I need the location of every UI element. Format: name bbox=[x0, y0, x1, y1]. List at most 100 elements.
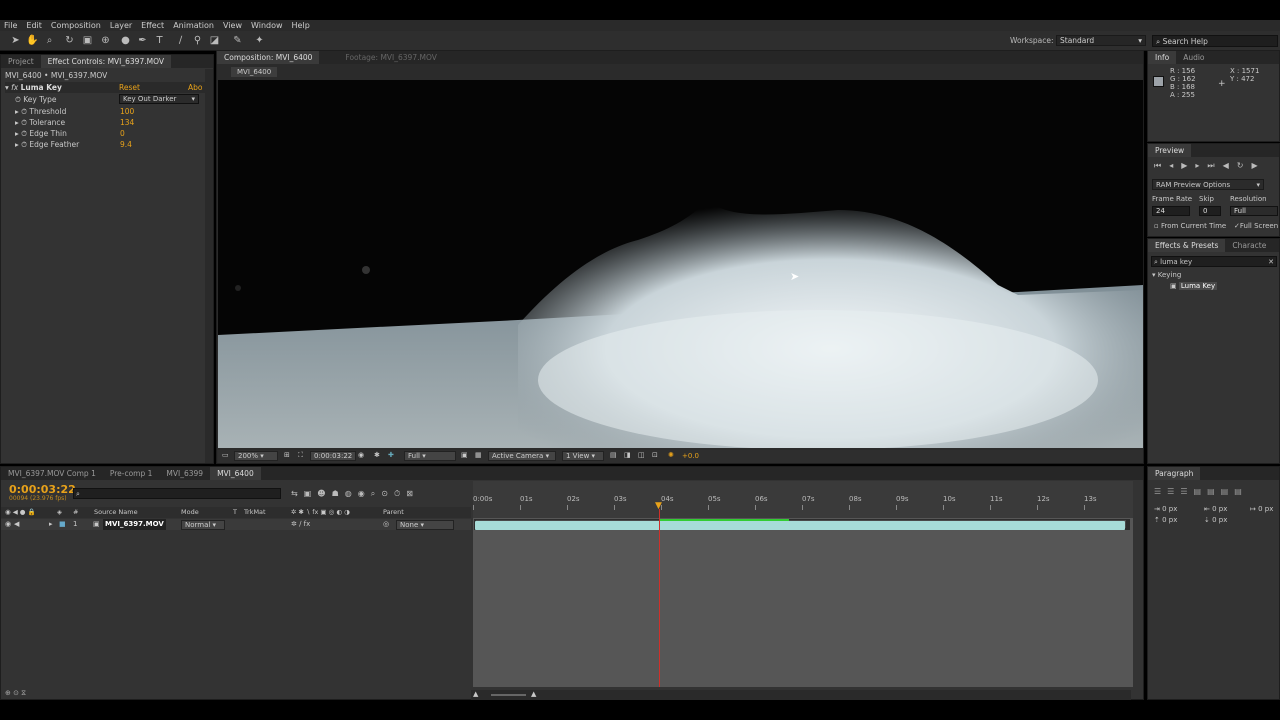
draft-3d-icon[interactable]: ▣ bbox=[304, 489, 318, 498]
always-preview-icon[interactable]: ▭ bbox=[222, 451, 229, 459]
effect-header-luma-key[interactable]: ▾ fx Luma Key Reset Abo bbox=[5, 82, 210, 93]
from-current-time-checkbox[interactable]: ▫ From Current Time bbox=[1154, 221, 1226, 232]
space-after[interactable]: ⇣ 0 px bbox=[1204, 515, 1227, 526]
effects-search-field[interactable]: ⌕ luma key ✕ bbox=[1151, 256, 1277, 267]
clone-stamp-tool-icon[interactable]: ⚲ bbox=[192, 35, 203, 46]
fast-previews-icon[interactable]: ◨ bbox=[624, 451, 631, 459]
timeline-icon[interactable]: ◫ bbox=[638, 451, 645, 459]
indent-left[interactable]: ⇥ 0 px bbox=[1154, 504, 1177, 515]
menu-composition[interactable]: Composition bbox=[51, 21, 101, 30]
transparency-grid-icon[interactable]: ▦ bbox=[475, 451, 482, 459]
eraser-tool-icon[interactable]: ◪ bbox=[209, 35, 220, 46]
stopwatch-icon[interactable]: ⏱ bbox=[21, 118, 27, 127]
timeline-footer-icons[interactable]: ⊕ ⊙ ⧖ bbox=[5, 689, 26, 698]
col-source-name[interactable]: Source Name bbox=[94, 507, 138, 518]
disclosure-triangle-icon[interactable]: ▸ bbox=[15, 107, 19, 116]
pick-whip-icon[interactable]: ◎ bbox=[383, 519, 389, 530]
frame-rate-field[interactable]: 24 bbox=[1152, 206, 1190, 216]
layer-name[interactable]: MVI_6397.MOV bbox=[103, 519, 166, 530]
next-frame-icon[interactable]: ▸ bbox=[1195, 161, 1207, 170]
edge-feather-value[interactable]: 9.4 bbox=[120, 139, 132, 150]
toggle-pixel-aspect-icon[interactable]: ▤ bbox=[610, 451, 617, 459]
snapshot-icon[interactable]: ◉ bbox=[358, 451, 364, 459]
current-time-field[interactable]: 0:00:03:22 bbox=[310, 451, 357, 461]
menu-animation[interactable]: Animation bbox=[173, 21, 214, 30]
disclosure-triangle-icon[interactable]: ▸ bbox=[15, 140, 19, 149]
flow-icon[interactable]: ⊠ bbox=[406, 489, 419, 498]
roto-brush-tool-icon[interactable]: ✎ bbox=[232, 35, 243, 46]
frame-blending-icon[interactable]: ☗ bbox=[332, 489, 345, 498]
mask-tool-icon[interactable]: ● bbox=[120, 35, 131, 46]
timeline-track-area[interactable]: ▼ bbox=[473, 481, 1133, 687]
disclosure-triangle-icon[interactable]: ▸ bbox=[15, 129, 19, 138]
menu-view[interactable]: View bbox=[223, 21, 242, 30]
brainstorm-icon[interactable]: ◉ bbox=[358, 489, 371, 498]
menu-edit[interactable]: Edit bbox=[26, 21, 42, 30]
flowchart-icon[interactable]: ⊡ bbox=[652, 451, 658, 459]
region-of-interest-icon[interactable]: ▣ bbox=[461, 451, 468, 459]
shy-icon[interactable]: ☻ bbox=[317, 489, 331, 498]
tab-timeline-precomp1[interactable]: Pre-comp 1 bbox=[103, 467, 160, 480]
show-channel-icon[interactable]: ✚ bbox=[388, 451, 394, 459]
motion-blur-icon[interactable]: ◍ bbox=[345, 489, 358, 498]
effect-controls-scrollbar[interactable] bbox=[205, 69, 213, 463]
align-left-icon[interactable]: ☰ bbox=[1154, 487, 1167, 496]
tab-composition[interactable]: Composition: MVI_6400 bbox=[217, 51, 320, 64]
label-color-icon[interactable]: ■ bbox=[59, 519, 66, 530]
align-right-icon[interactable]: ☰ bbox=[1180, 487, 1193, 496]
threshold-value[interactable]: 100 bbox=[120, 106, 134, 117]
type-tool-icon[interactable]: T bbox=[154, 35, 165, 46]
blend-mode-select[interactable]: Normal ▾ bbox=[181, 520, 225, 530]
view-layout-select[interactable]: 1 View ▾ bbox=[562, 451, 604, 461]
tab-character[interactable]: Characte bbox=[1225, 239, 1273, 252]
zoom-slider[interactable] bbox=[491, 694, 526, 696]
tab-info[interactable]: Info bbox=[1148, 51, 1177, 64]
skip-field[interactable]: 0 bbox=[1199, 206, 1221, 216]
mute-audio-icon[interactable]: ◀ bbox=[1223, 161, 1237, 170]
graph-editor-icon[interactable]: ⊙ bbox=[381, 489, 394, 498]
reset-link[interactable]: Reset bbox=[119, 82, 140, 93]
exposure-icon[interactable]: ✺ bbox=[668, 451, 674, 459]
selection-tool-icon[interactable]: ➤ bbox=[10, 35, 21, 46]
exposure-value[interactable]: +0.0 bbox=[682, 452, 699, 460]
stopwatch-icon[interactable]: ⏱ bbox=[21, 129, 27, 138]
comp-mini-flowchart-icon[interactable]: ⇆ bbox=[291, 489, 304, 498]
mask-visibility-icon[interactable]: ⛶ bbox=[298, 451, 303, 460]
menu-file[interactable]: File bbox=[4, 21, 17, 30]
clock-icon[interactable]: ⏱ bbox=[394, 489, 406, 498]
auto-keyframe-icon[interactable]: ⌕ bbox=[371, 489, 381, 498]
zoom-out-icon[interactable]: ▲ bbox=[473, 690, 478, 698]
justify-center-icon[interactable]: ▤ bbox=[1207, 487, 1221, 496]
zoom-in-icon[interactable]: ▲ bbox=[531, 690, 536, 698]
show-snapshot-icon[interactable]: ✱ bbox=[374, 451, 380, 459]
workspace-select[interactable]: Standard ▾ bbox=[1056, 35, 1146, 46]
menu-effect[interactable]: Effect bbox=[141, 21, 164, 30]
brush-tool-icon[interactable]: ∕ bbox=[175, 35, 186, 46]
layer-switch-icons[interactable]: ✲ ∕ fx bbox=[291, 519, 310, 530]
justify-left-icon[interactable]: ▤ bbox=[1194, 487, 1208, 496]
layer-row[interactable]: ◉ ◀ ▸ ■ 1 ▣ MVI_6397.MOV Normal ▾ ✲ ∕ fx… bbox=[1, 519, 471, 530]
key-type-select[interactable]: Key Out Darker ▾ bbox=[119, 94, 199, 104]
indent-first[interactable]: ↦ 0 px bbox=[1250, 504, 1273, 515]
menu-window[interactable]: Window bbox=[251, 21, 283, 30]
space-before[interactable]: ⇡ 0 px bbox=[1154, 515, 1177, 526]
edge-thin-value[interactable]: 0 bbox=[120, 128, 125, 139]
justify-right-icon[interactable]: ▤ bbox=[1221, 487, 1235, 496]
preview-resolution-field[interactable]: Full bbox=[1230, 206, 1278, 216]
tab-effect-controls[interactable]: Effect Controls: MVI_6397.MOV bbox=[40, 55, 171, 68]
layer-duration-bar[interactable] bbox=[475, 521, 1125, 530]
playhead-line[interactable] bbox=[659, 509, 660, 687]
ram-preview-icon[interactable]: ▶ bbox=[1251, 161, 1265, 170]
search-help-field[interactable]: ⌕ Search Help bbox=[1152, 35, 1278, 47]
resolution-select[interactable]: Full ▾ bbox=[404, 451, 456, 461]
parent-select[interactable]: None ▾ bbox=[396, 520, 454, 530]
rotate-tool-icon[interactable]: ↻ bbox=[64, 35, 75, 46]
tolerance-value[interactable]: 134 bbox=[120, 117, 134, 128]
stopwatch-icon[interactable]: ⏱ bbox=[21, 140, 27, 149]
grid-icon[interactable]: ⊞ bbox=[284, 451, 290, 459]
zoom-tool-icon[interactable]: ⌕ bbox=[44, 35, 55, 46]
clear-search-icon[interactable]: ✕ bbox=[1268, 257, 1274, 267]
stopwatch-icon[interactable]: ⏱ bbox=[15, 95, 21, 104]
disclosure-triangle-icon[interactable]: ▸ bbox=[49, 519, 53, 530]
full-screen-checkbox[interactable]: ✓Full Screen bbox=[1234, 221, 1278, 232]
